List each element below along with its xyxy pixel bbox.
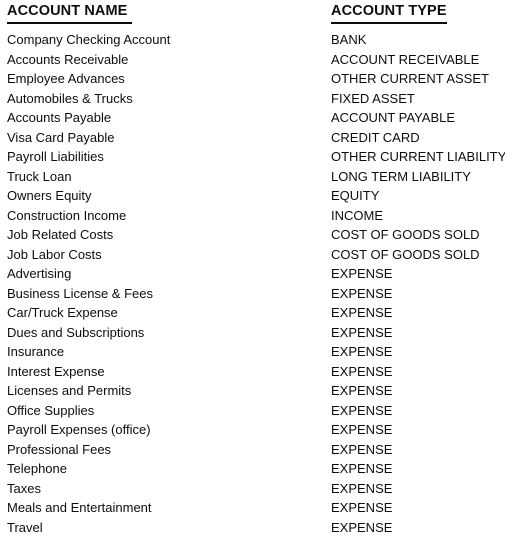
table-row: Owners Equity EQUITY <box>0 186 505 206</box>
cell-account-type: BANK <box>331 32 367 47</box>
table-row: Accounts Receivable ACCOUNT RECEIVABLE <box>0 50 505 70</box>
cell-account-type: OTHER CURRENT ASSET <box>331 71 489 86</box>
cell-account-name: Dues and Subscriptions <box>7 324 145 340</box>
cell-account-type: EXPENSE <box>331 324 393 340</box>
cell-account-type: EXPENSE <box>331 461 393 476</box>
cell-account-type: EXPENSE <box>331 285 393 301</box>
cell-account-name: Professional Fees <box>7 441 112 457</box>
cell-account-name: Interest Expense <box>7 363 105 379</box>
table-row: Payroll Expenses (office) EXPENSE <box>0 420 505 440</box>
table-row: Advertising EXPENSE <box>0 264 505 284</box>
cell-account-type: INCOME <box>331 207 383 223</box>
cell-account-name: Construction Income <box>7 207 127 223</box>
cell-account-name: Payroll Expenses (office) <box>7 422 151 437</box>
cell-account-name: Visa Card Payable <box>7 129 115 145</box>
table-row: Licenses and Permits EXPENSE <box>0 381 505 401</box>
cell-account-type: ACCOUNT RECEIVABLE <box>331 51 480 67</box>
cell-account-name: Accounts Receivable <box>7 51 129 67</box>
table-row: Professional Fees EXPENSE <box>0 440 505 460</box>
cell-account-type: FIXED ASSET <box>331 90 415 106</box>
cell-account-name: Telephone <box>7 461 67 476</box>
cell-account-type: ACCOUNT PAYABLE <box>331 110 456 125</box>
column-header-account-name: ACCOUNT NAME <box>7 2 132 24</box>
cell-account-name: Automobiles & Trucks <box>7 90 133 106</box>
cell-account-type: EXPENSE <box>331 402 393 418</box>
cell-account-name: Payroll Liabilities <box>7 149 104 164</box>
table-row: Company Checking Account BANK <box>0 30 505 50</box>
cell-account-type: EXPENSE <box>331 305 393 320</box>
cell-account-type: EXPENSE <box>331 519 393 535</box>
cell-account-name: Job Labor Costs <box>7 246 102 262</box>
cell-account-type: OTHER CURRENT LIABILITY <box>331 149 505 164</box>
table-row: Accounts Payable ACCOUNT PAYABLE <box>0 108 505 128</box>
table-row: Meals and Entertainment EXPENSE <box>0 498 505 518</box>
table-row: Truck Loan LONG TERM LIABILITY <box>0 167 505 187</box>
table-row: Telephone EXPENSE <box>0 459 505 479</box>
cell-account-type: LONG TERM LIABILITY <box>331 168 471 184</box>
cell-account-type: EQUITY <box>331 188 380 203</box>
cell-account-name: Accounts Payable <box>7 110 112 125</box>
cell-account-type: EXPENSE <box>331 500 393 515</box>
cell-account-name: Owners Equity <box>7 188 92 203</box>
table-row: Job Labor Costs COST OF GOODS SOLD <box>0 245 505 265</box>
cell-account-type: EXPENSE <box>331 383 393 398</box>
cell-account-name: Advertising <box>7 266 72 281</box>
cell-account-name: Company Checking Account <box>7 32 171 47</box>
table-row: Business License & Fees EXPENSE <box>0 284 505 304</box>
cell-account-type: EXPENSE <box>331 441 393 457</box>
chart-of-accounts-table: ACCOUNT NAME ACCOUNT TYPE Company Checki… <box>0 0 505 553</box>
table-row: Payroll Liabilities OTHER CURRENT LIABILI… <box>0 147 505 167</box>
cell-account-name: Meals and Entertainment <box>7 500 152 515</box>
cell-account-type: EXPENSE <box>331 422 393 437</box>
table-row: Construction Income INCOME <box>0 206 505 226</box>
table-body: Company Checking Account BANK Accounts Rec… <box>0 30 505 537</box>
cell-account-name: Insurance <box>7 344 65 359</box>
table-row: Taxes EXPENSE <box>0 479 505 499</box>
table-row: Automobiles & Trucks FIXED ASSET <box>0 89 505 109</box>
table-row: Dues and Subscriptions EXPENSE <box>0 323 505 343</box>
cell-account-name: Licenses and Permits <box>7 383 132 398</box>
cell-account-type: CREDIT CARD <box>331 129 420 145</box>
cell-account-name: Travel <box>7 519 43 535</box>
cell-account-type: COST OF GOODS SOLD <box>331 246 480 262</box>
table-row: Interest Expense EXPENSE <box>0 362 505 382</box>
table-row: Office Supplies EXPENSE <box>0 401 505 421</box>
cell-account-name: Taxes <box>7 480 41 496</box>
cell-account-type: EXPENSE <box>331 480 393 496</box>
table-row: Car/Truck Expense EXPENSE <box>0 303 505 323</box>
cell-account-name: Car/Truck Expense <box>7 305 118 320</box>
cell-account-name: Office Supplies <box>7 402 95 418</box>
column-header-account-type: ACCOUNT TYPE <box>331 2 447 24</box>
table-row: Insurance EXPENSE <box>0 342 505 362</box>
table-header-row: ACCOUNT NAME ACCOUNT TYPE <box>0 0 505 30</box>
cell-account-type: EXPENSE <box>331 266 393 281</box>
cell-account-name: Employee Advances <box>7 71 125 86</box>
cell-account-name: Job Related Costs <box>7 227 114 242</box>
cell-account-name: Truck Loan <box>7 168 72 184</box>
table-row: Employee Advances OTHER CURRENT ASSET <box>0 69 505 89</box>
table-row: Visa Card Payable CREDIT CARD <box>0 128 505 148</box>
cell-account-type: EXPENSE <box>331 363 393 379</box>
cell-account-name: Business License & Fees <box>7 285 153 301</box>
table-row: Job Related Costs COST OF GOODS SOLD <box>0 225 505 245</box>
table-row: Travel EXPENSE <box>0 518 505 538</box>
cell-account-type: COST OF GOODS SOLD <box>331 227 480 242</box>
cell-account-type: EXPENSE <box>331 344 393 359</box>
